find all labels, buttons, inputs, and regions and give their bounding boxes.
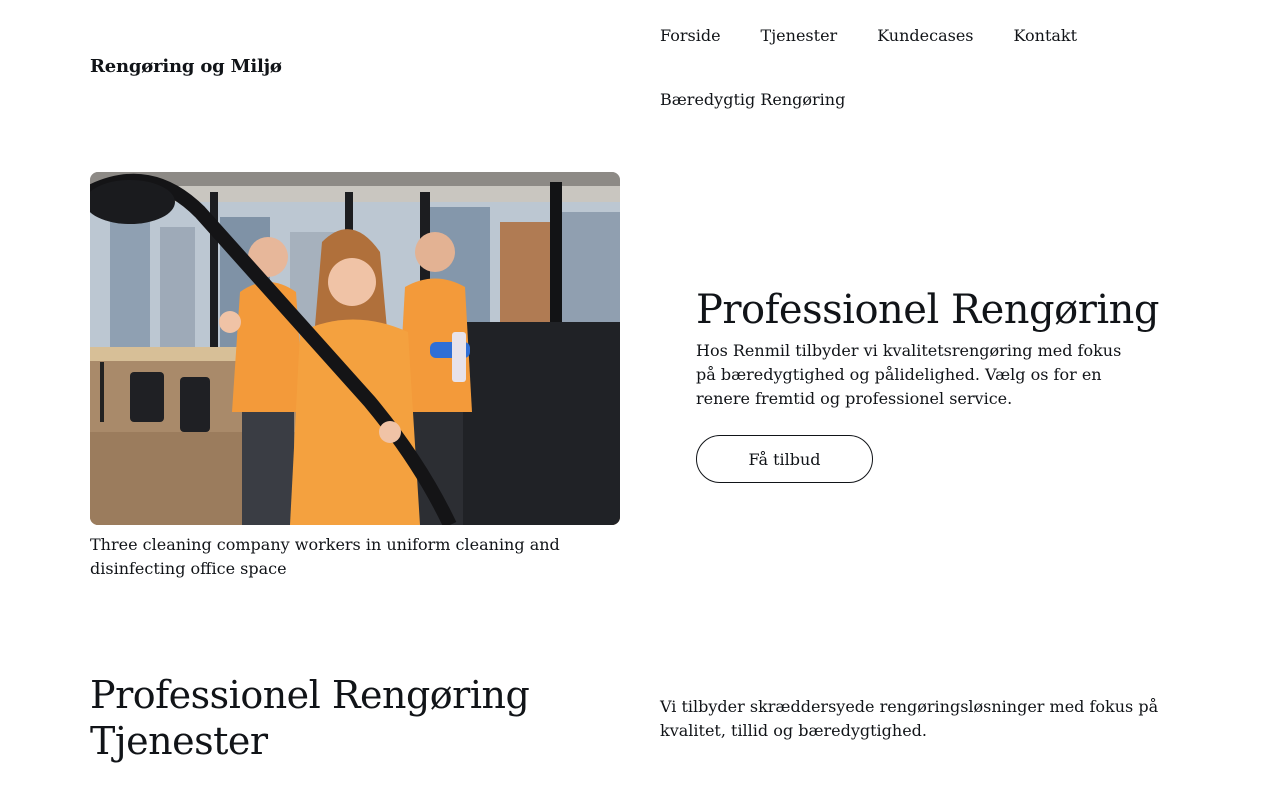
hero-photo: [90, 172, 620, 525]
main-nav: Forside Tjenester Kundecases Kontakt Bær…: [660, 24, 1200, 112]
hero-photo-illustration: [90, 172, 620, 525]
hero-title: Professionel Rengøring: [696, 287, 1159, 333]
nav-item-kontakt[interactable]: Kontakt: [1014, 24, 1078, 48]
nav-item-tjenester[interactable]: Tjenester: [761, 24, 838, 48]
services-section-title: Professionel Rengøring Tjenester: [90, 673, 530, 763]
nav-item-kundecases[interactable]: Kundecases: [877, 24, 973, 48]
hero-description: Hos Renmil tilbyder vi kvalitetsrengørin…: [696, 341, 1122, 408]
page: Rengøring og Miljø Forside Tjenester Kun…: [0, 0, 1280, 800]
nav-item-baeredygtig-rengoring[interactable]: Bæredygtig Rengøring: [660, 88, 845, 112]
nav-item-forside[interactable]: Forside: [660, 24, 721, 48]
get-quote-button[interactable]: Få tilbud: [696, 435, 873, 483]
site-logo-text[interactable]: Rengøring og Miljø: [90, 56, 282, 77]
hero-photo-caption: Three cleaning company workers in unifor…: [90, 535, 560, 578]
services-section-description: Vi tilbyder skræddersyede rengøringsløsn…: [660, 697, 1159, 740]
hero-content: Professionel Rengøring Hos Renmil tilbyd…: [696, 286, 1159, 483]
